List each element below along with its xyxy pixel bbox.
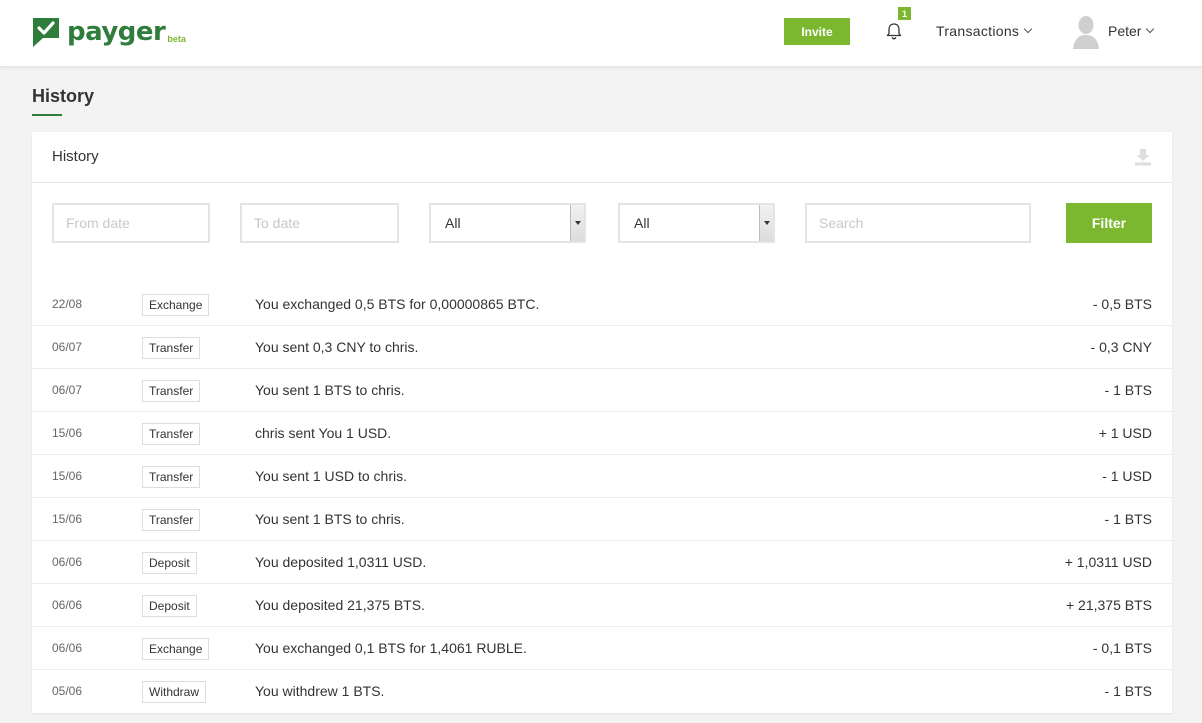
- dropdown-arrow-icon: [759, 205, 773, 241]
- transaction-date: 15/06: [52, 512, 83, 526]
- transaction-amount: - 0,5 BTS: [1092, 296, 1152, 312]
- to-date-input[interactable]: [240, 203, 399, 243]
- transaction-date: 15/06: [52, 426, 83, 440]
- transaction-date: 06/06: [52, 598, 83, 612]
- transaction-description: You sent 1 USD to chris.: [255, 468, 408, 484]
- type-select-value: All: [445, 215, 461, 231]
- transaction-row[interactable]: 06/06 Exchange You exchanged 0,1 BTS for 1…: [32, 627, 1172, 670]
- transaction-row[interactable]: 15/06 Transfer You sent 1 USD to chris. - 1…: [32, 455, 1172, 498]
- transaction-amount: - 0,3 CNY: [1090, 339, 1152, 355]
- title-underline: [32, 114, 62, 116]
- transaction-row[interactable]: 22/08 Exchange You exchanged 0,5 BTS for 0…: [32, 283, 1172, 326]
- dropdown-arrow-icon: [570, 205, 584, 241]
- transaction-description: You sent 0,3 CNY to chris.: [255, 339, 419, 355]
- transactions-menu-label: Transactions: [936, 23, 1020, 39]
- transaction-date: 06/07: [52, 340, 83, 354]
- transaction-date: 15/06: [52, 469, 83, 483]
- card-title: History: [52, 148, 99, 165]
- transaction-type-badge: Deposit: [142, 552, 197, 574]
- transaction-type-badge: Transfer: [142, 423, 201, 445]
- download-icon[interactable]: [1134, 148, 1152, 166]
- transaction-date: 22/08: [52, 297, 83, 311]
- transaction-amount: + 1,0311 USD: [1064, 554, 1152, 570]
- transaction-row[interactable]: 15/06 Transfer You sent 1 BTS to chris. - 1…: [32, 498, 1172, 541]
- chevron-down-icon: [1023, 24, 1033, 34]
- transactions-menu[interactable]: Transactions: [936, 23, 1033, 39]
- transaction-date: 05/06: [52, 684, 83, 698]
- transaction-row[interactable]: 06/06 Deposit You deposited 21,375 BTS. + 2…: [32, 584, 1172, 627]
- transaction-row[interactable]: 06/07 Transfer You sent 0,3 CNY to chris. -…: [32, 326, 1172, 369]
- currency-select[interactable]: All: [618, 203, 775, 243]
- transaction-list: 22/08 Exchange You exchanged 0,5 BTS for 0…: [32, 283, 1172, 713]
- transaction-description: You exchanged 0,5 BTS for 0,00000865 BTC…: [255, 296, 540, 312]
- brand-name: payger: [67, 17, 166, 47]
- transaction-description: You deposited 1,0311 USD.: [255, 554, 427, 570]
- transaction-amount: - 1 BTS: [1104, 382, 1152, 398]
- transaction-description: You sent 1 BTS to chris.: [255, 511, 405, 527]
- transaction-type-badge: Deposit: [142, 595, 197, 617]
- filter-button[interactable]: Filter: [1066, 203, 1152, 243]
- transaction-type-badge: Transfer: [142, 380, 201, 402]
- card-header: History: [32, 132, 1172, 183]
- transaction-description: You sent 1 BTS to chris.: [255, 382, 405, 398]
- payger-logo-icon: [33, 18, 59, 47]
- transaction-type-badge: Exchange: [142, 638, 210, 660]
- bell-icon[interactable]: [884, 21, 904, 41]
- transaction-date: 06/06: [52, 555, 83, 569]
- user-name-label: Peter: [1108, 23, 1142, 39]
- payger-logo[interactable]: payger beta: [31, 15, 186, 49]
- transaction-amount: + 1 USD: [1098, 425, 1152, 441]
- transaction-row[interactable]: 06/06 Deposit You deposited 1,0311 USD. + 1…: [32, 541, 1172, 584]
- transaction-amount: - 1 USD: [1102, 468, 1152, 484]
- brand-beta-tag: beta: [167, 34, 186, 44]
- user-avatar-icon[interactable]: [1072, 15, 1100, 49]
- from-date-input[interactable]: [52, 203, 210, 243]
- transaction-description: chris sent You 1 USD.: [255, 425, 392, 441]
- currency-select-value: All: [634, 215, 650, 231]
- chevron-down-icon: [1146, 24, 1155, 34]
- transaction-amount: - 1 BTS: [1104, 683, 1152, 699]
- transaction-amount: - 1 BTS: [1104, 511, 1152, 527]
- type-select[interactable]: All: [429, 203, 586, 243]
- transaction-row[interactable]: 06/07 Transfer You sent 1 BTS to chris. - 1…: [32, 369, 1172, 412]
- transaction-amount: - 0,1 BTS: [1092, 640, 1152, 656]
- transaction-description: You deposited 21,375 BTS.: [255, 597, 425, 613]
- transaction-description: You exchanged 0,1 BTS for 1,4061 RUBLE.: [255, 640, 527, 656]
- transaction-type-badge: Transfer: [142, 509, 201, 531]
- transaction-type-badge: Transfer: [142, 466, 201, 488]
- notification-count-badge: 1: [898, 7, 911, 20]
- invite-button[interactable]: Invite: [784, 18, 850, 45]
- top-navigation-bar: payger beta Invite 1 Transactions Peter: [0, 0, 1202, 67]
- transaction-amount: + 21,375 BTS: [1065, 597, 1152, 613]
- transaction-date: 06/06: [52, 641, 83, 655]
- transaction-row[interactable]: 05/06 Withdraw You withdrew 1 BTS. - 1 BTS: [32, 670, 1172, 713]
- transaction-type-badge: Exchange: [142, 294, 210, 316]
- search-input[interactable]: [805, 203, 1031, 243]
- history-card: History All All Filter 22/08 Exchange You …: [32, 132, 1172, 713]
- transaction-row[interactable]: 15/06 Transfer chris sent You 1 USD. + 1 US…: [32, 412, 1172, 455]
- page-title: History: [32, 86, 95, 106]
- user-menu[interactable]: Peter: [1108, 23, 1155, 39]
- transaction-type-badge: Transfer: [142, 337, 201, 359]
- transaction-type-badge: Withdraw: [142, 681, 207, 703]
- transaction-date: 06/07: [52, 383, 83, 397]
- transaction-description: You withdrew 1 BTS.: [255, 683, 385, 699]
